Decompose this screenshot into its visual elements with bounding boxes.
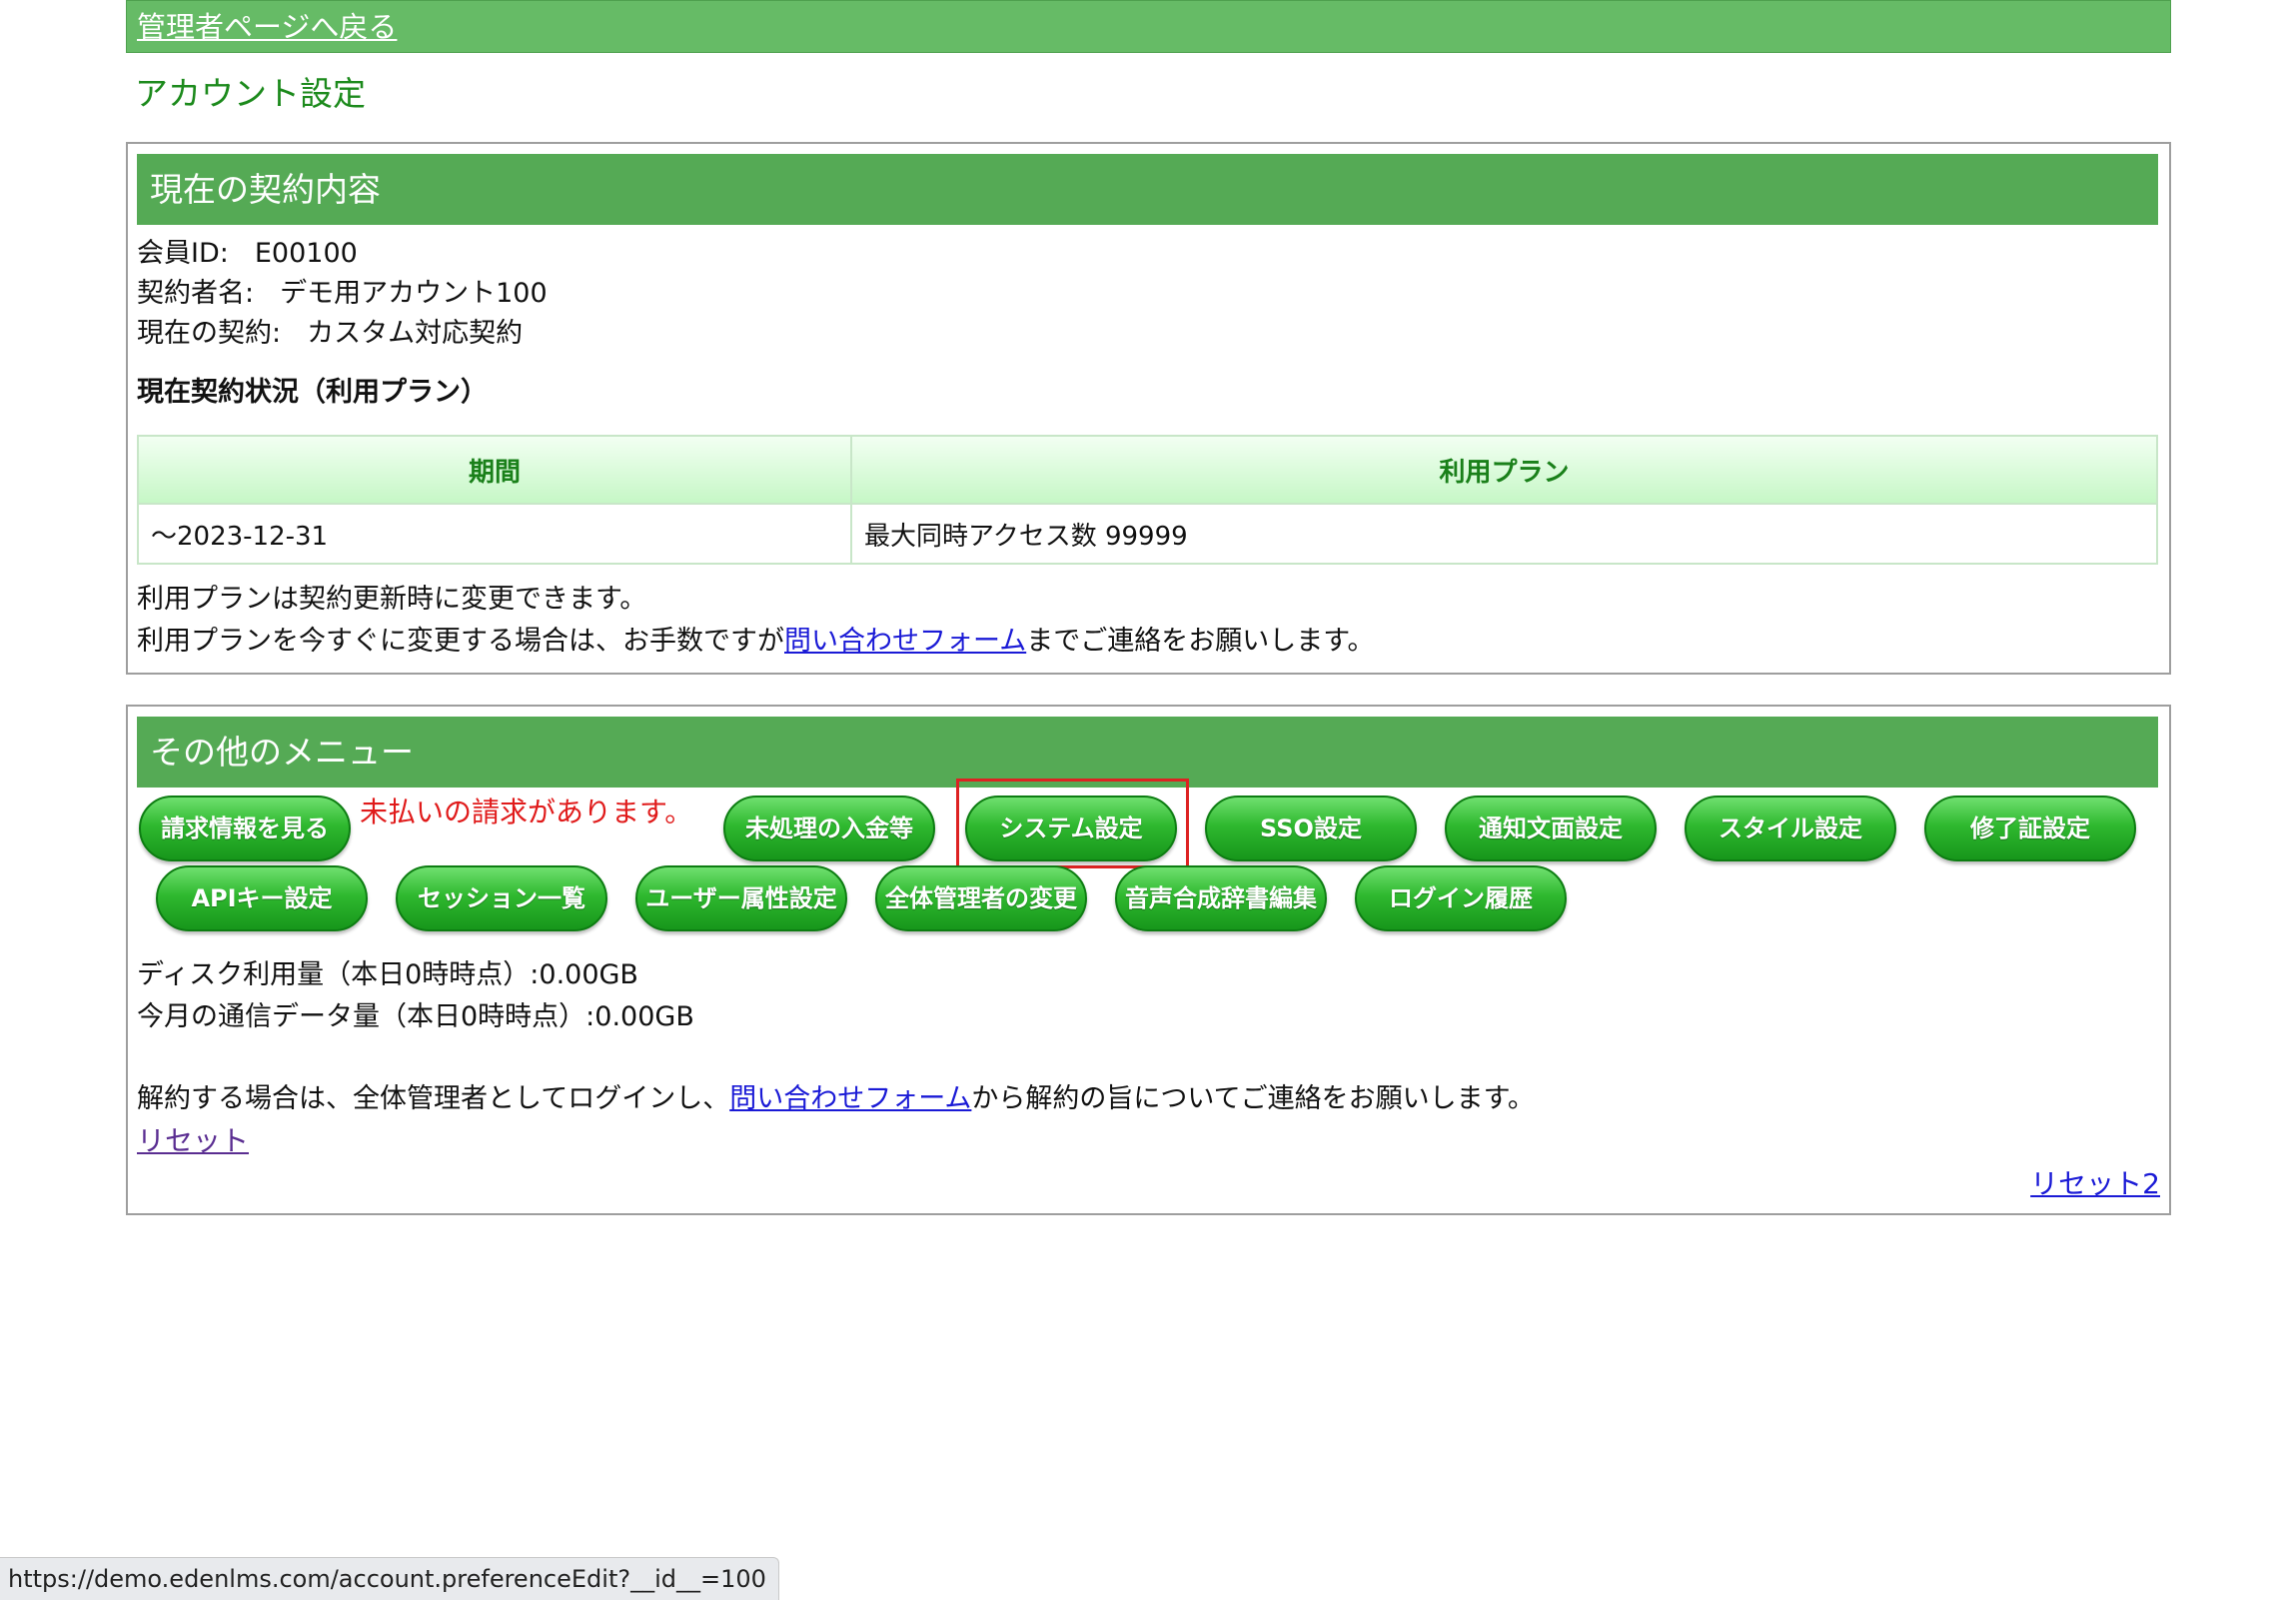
- cancel-note-tail: から解約の旨についてご連絡をお願いします。: [971, 1083, 1535, 1114]
- cancel-note-text: 解約する場合は、全体管理者としてログインし、: [137, 1083, 730, 1114]
- user-attribute-settings-button[interactable]: ユーザー属性設定: [635, 865, 847, 931]
- member-id-row: 会員ID: E00100: [137, 234, 358, 274]
- unpaid-warning-text: 未払いの請求があります。: [360, 796, 693, 828]
- plan-note-2: 利用プランを今すぐに変更する場合は、お手数ですが問い合わせフォームまでご連絡をお…: [137, 622, 1375, 662]
- plan-table-header-row: 期間 利用プラン: [137, 435, 2158, 505]
- contractor-row: 契約者名: デモ用アカウント100: [137, 274, 548, 314]
- contract-panel-heading: 現在の契約内容: [137, 154, 2158, 225]
- unprocessed-payments-button[interactable]: 未処理の入金等: [723, 796, 935, 861]
- certificate-settings-button[interactable]: 修了証設定: [1924, 796, 2136, 861]
- disk-usage-text: ディスク利用量（本日0時時点）:0.00GB: [137, 959, 638, 990]
- page-title: アカウント設定: [135, 74, 366, 113]
- traffic-usage-text: 今月の通信データ量（本日0時時点）:0.00GB: [137, 1001, 694, 1032]
- login-history-button[interactable]: ログイン履歴: [1355, 865, 1567, 931]
- plan-note-2-text: 利用プランを今すぐに変更する場合は、お手数ですが: [137, 626, 784, 657]
- plan-table-header-period: 期間: [137, 435, 852, 505]
- browser-status-bar: https://demo.edenlms.com/account.prefere…: [0, 1557, 779, 1600]
- current-contract-value: カスタム対応契約: [307, 318, 524, 349]
- plan-name-cell: 最大同時アクセス数 99999: [850, 503, 2158, 565]
- cancel-note: 解約する場合は、全体管理者としてログインし、問い合わせフォームから解約の旨につい…: [137, 1079, 1535, 1119]
- contractor-value: デモ用アカウント100: [280, 278, 548, 309]
- api-key-settings-button[interactable]: APIキー設定: [156, 865, 368, 931]
- member-id-label: 会員ID:: [137, 238, 229, 269]
- top-bar: 管理者ページへ戻る: [126, 0, 2171, 53]
- plan-note-2-tail: までご連絡をお願いします。: [1026, 626, 1375, 657]
- reset2-link-row: リセット2: [2030, 1164, 2160, 1204]
- reset-link-row: リセット: [137, 1121, 249, 1161]
- plan-table: 期間 利用プラン ～2023-12-31 最大同時アクセス数 99999: [137, 435, 2158, 565]
- contract-status-heading: 現在契約状況（利用プラン）: [137, 377, 488, 408]
- notification-text-settings-button[interactable]: 通知文面設定: [1445, 796, 1657, 861]
- cancel-contact-form-link[interactable]: 問い合わせフォーム: [729, 1083, 971, 1114]
- reset-link[interactable]: リセット: [137, 1124, 249, 1157]
- style-settings-button[interactable]: スタイル設定: [1685, 796, 1896, 861]
- plan-table-header-plan: 利用プラン: [850, 435, 2158, 505]
- view-billing-button[interactable]: 請求情報を見る: [139, 796, 351, 861]
- contract-panel: 現在の契約内容 会員ID: E00100 契約者名: デモ用アカウント100 現在の…: [126, 142, 2171, 675]
- change-super-admin-button[interactable]: 全体管理者の変更: [875, 865, 1087, 931]
- current-contract-label: 現在の契約:: [137, 318, 282, 349]
- sso-settings-button[interactable]: SSO設定: [1205, 796, 1417, 861]
- back-to-admin-link[interactable]: 管理者ページへ戻る: [137, 7, 397, 47]
- plan-note-1: 利用プランは契約更新時に変更できます。: [137, 584, 647, 615]
- contact-form-link[interactable]: 問い合わせフォーム: [784, 626, 1026, 657]
- other-menu-panel: その他のメニュー 請求情報を見る 未払いの請求があります。 未処理の入金等 シス…: [126, 705, 2171, 1215]
- system-settings-button[interactable]: システム設定: [965, 796, 1177, 861]
- current-contract-row: 現在の契約: カスタム対応契約: [137, 314, 523, 354]
- contractor-label: 契約者名:: [137, 278, 255, 309]
- table-row: ～2023-12-31 最大同時アクセス数 99999: [137, 503, 2158, 565]
- other-menu-heading: その他のメニュー: [137, 717, 2158, 788]
- reset2-link[interactable]: リセット2: [2030, 1167, 2160, 1200]
- member-id-value: E00100: [254, 238, 358, 269]
- session-list-button[interactable]: セッション一覧: [396, 865, 607, 931]
- speech-dictionary-button[interactable]: 音声合成辞書編集: [1115, 865, 1327, 931]
- plan-period-cell: ～2023-12-31: [137, 503, 852, 565]
